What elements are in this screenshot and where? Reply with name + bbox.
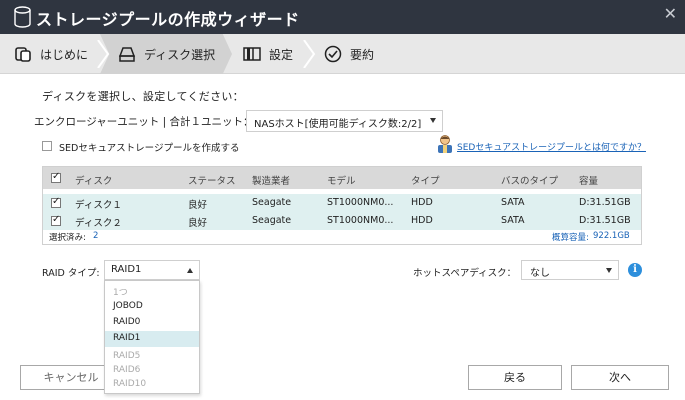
hot-spare-label: ホットスペアディスク：	[413, 268, 517, 279]
raid-option-raid1[interactable]: RAID1	[105, 331, 199, 347]
cell-capacity: D:31.51GB	[579, 197, 631, 208]
cell-type: HDD	[411, 197, 433, 208]
sed-help-link[interactable]: SEDセキュアストレージプールとは何ですか？	[457, 140, 646, 153]
raid-type-select[interactable]: RAID1	[104, 260, 200, 280]
window-titlebar: ストレージプールの作成ウィザード ✕	[0, 0, 685, 34]
start-icon	[15, 47, 31, 62]
estimated-capacity-value: 922.1GB	[593, 231, 630, 241]
col-vendor: 製造業者	[252, 176, 291, 187]
step-disk-label: ディスク選択	[144, 47, 216, 62]
table-row[interactable]: ディスク２ 良好 Seagate ST1000NM0... HDD SATA D…	[43, 212, 641, 230]
selected-count-value: 2	[93, 231, 99, 241]
raid-option-raid10[interactable]: RAID10	[105, 377, 199, 393]
cell-model: ST1000NM0...	[327, 197, 394, 208]
cell-disk: ディスク１	[75, 200, 122, 211]
cell-capacity: D:31.51GB	[579, 215, 631, 226]
cell-vendor: Seagate	[252, 197, 292, 208]
step-separator	[303, 40, 316, 68]
cell-status: 良好	[188, 218, 208, 229]
raid-option-raid0[interactable]: RAID0	[105, 315, 199, 331]
next-button[interactable]: 次へ	[571, 365, 669, 390]
col-model: モデル	[327, 176, 356, 187]
select-all-checkbox[interactable]	[51, 171, 61, 183]
cell-disk: ディスク２	[75, 218, 122, 229]
disk-table: ディスク ステータス 製造業者 モデル タイプ バスのタイプ 容量 ディスク１ …	[42, 166, 642, 245]
step-disk-selection: ディスク選択	[118, 34, 215, 74]
table-header: ディスク ステータス 製造業者 モデル タイプ バスのタイプ 容量	[43, 167, 641, 189]
cell-status: 良好	[188, 200, 208, 211]
step-summary-label: 要約	[350, 47, 375, 62]
check-circle-icon	[324, 45, 342, 63]
info-icon[interactable]: i	[628, 263, 642, 277]
cell-vendor: Seagate	[252, 215, 292, 226]
table-row[interactable]: ディスク１ 良好 Seagate ST1000NM0... HDD SATA D…	[43, 194, 641, 212]
estimated-capacity-label: 概算容量:	[552, 233, 589, 243]
chevron-up-icon	[187, 268, 193, 273]
back-button[interactable]: 戻る	[468, 365, 562, 390]
col-type: タイプ	[411, 176, 440, 187]
storage-pool-icon	[14, 6, 31, 28]
wizard-steps: はじめに ディスク選択 設定 要約	[0, 34, 685, 74]
settings-icon	[243, 47, 261, 61]
help-person-icon	[438, 135, 452, 153]
enclosure-value: NASホスト[使用可能ディスク数:2/2]	[254, 119, 422, 130]
chevron-down-icon	[606, 268, 612, 273]
enclosure-label: エンクロージャーユニット | 合計１ユニット：	[34, 116, 254, 128]
disk-icon	[118, 47, 136, 62]
col-status: ステータス	[188, 176, 236, 187]
hot-spare-select[interactable]: なし	[521, 260, 619, 280]
chevron-down-icon	[430, 118, 436, 123]
sed-checkbox-label: SEDセキュアストレージプールを作成する	[59, 143, 240, 154]
step-settings-label: 設定	[269, 47, 294, 62]
hot-spare-value: なし	[530, 268, 550, 279]
raid-type-label: RAID タイプ:	[42, 268, 100, 279]
col-capacity: 容量	[579, 176, 599, 187]
table-footer: 選択済み: 2 概算容量: 922.1GB	[43, 230, 641, 244]
cell-bus-type: SATA	[501, 197, 525, 208]
window-title: ストレージプールの作成ウィザード	[36, 10, 300, 29]
instruction-text: ディスクを選択し、設定してください：	[42, 90, 244, 103]
sed-checkbox[interactable]	[42, 141, 52, 151]
col-disk: ディスク	[75, 176, 113, 187]
col-bus-type: バスのタイプ	[501, 176, 559, 187]
row-checkbox[interactable]	[51, 214, 61, 226]
selected-count-label: 選択済み:	[49, 233, 86, 243]
step-summary: 要約	[324, 34, 374, 74]
cell-model: ST1000NM0...	[327, 215, 394, 226]
cell-bus-type: SATA	[501, 215, 525, 226]
row-checkbox[interactable]	[51, 196, 61, 208]
step-start-label: はじめに	[40, 47, 89, 62]
raid-type-dropdown: 1つ JOBOD RAID0 RAID1 RAID5 RAID6 RAID10	[104, 280, 200, 394]
raid-option-single[interactable]: 1つ	[105, 283, 199, 299]
step-start: はじめに	[14, 34, 88, 74]
step-separator	[97, 40, 110, 68]
step-settings: 設定	[243, 34, 293, 74]
raid-option-jbod[interactable]: JOBOD	[105, 299, 199, 315]
cell-type: HDD	[411, 215, 433, 226]
enclosure-select[interactable]: NASホスト[使用可能ディスク数:2/2]	[246, 110, 443, 132]
close-icon[interactable]: ✕	[664, 4, 677, 23]
raid-type-value: RAID1	[111, 264, 142, 275]
